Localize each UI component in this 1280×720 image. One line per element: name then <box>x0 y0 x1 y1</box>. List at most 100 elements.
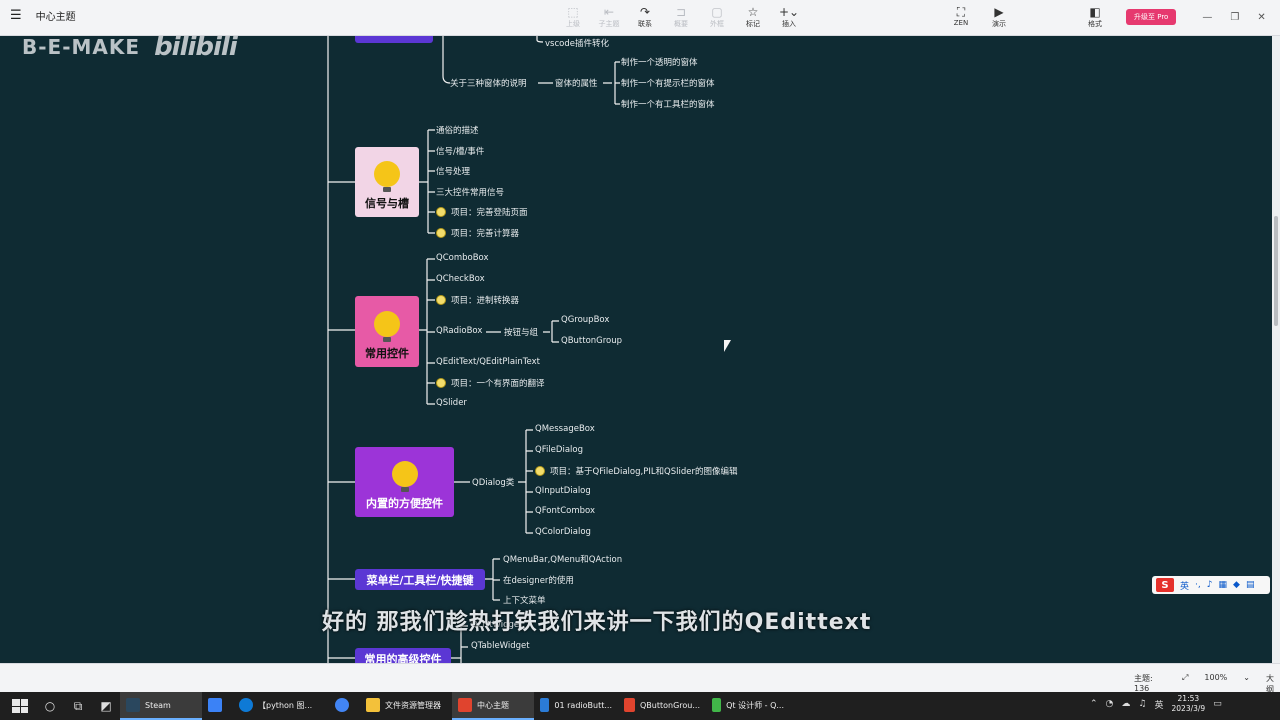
relation-button[interactable]: ↷ 联系 <box>632 5 658 29</box>
insert-icon: +⌄ <box>778 5 800 19</box>
xmind-icon <box>624 698 635 712</box>
ime-language[interactable]: 英 <box>1180 579 1189 592</box>
signal-project-item[interactable]: 项目：完善登陆页面 <box>436 206 528 218</box>
app-icon[interactable]: ◩ <box>95 695 117 717</box>
taskbar-app[interactable] <box>202 692 233 720</box>
steam-icon <box>126 698 140 712</box>
project-marker-icon <box>436 207 446 217</box>
window-props-item[interactable]: 窗体的属性 <box>555 77 598 89</box>
vscode-item[interactable]: vscode插件转化 <box>545 37 609 49</box>
topic-signal-slot[interactable]: 信号与槽 <box>355 147 419 217</box>
boundary-button[interactable]: ▢ 外框 <box>704 5 730 29</box>
project-marker-icon <box>535 466 545 476</box>
taskbar-app-edge[interactable]: 【python 图... <box>233 692 329 720</box>
marker-icon: ☆ <box>747 5 759 19</box>
signal-project-item[interactable]: 项目：完善计算器 <box>436 227 519 239</box>
qdialog-item[interactable]: QDialog类 <box>472 476 514 488</box>
common-item[interactable]: QSlider <box>436 398 467 408</box>
taskbar-app-xmind-2[interactable]: QButtonGrou... <box>618 692 706 720</box>
folder-icon <box>366 698 380 712</box>
format-panel-icon: ◧ <box>1089 5 1101 19</box>
common-item[interactable]: QEditText/QEditPlainText <box>436 357 540 367</box>
present-icon: ▶ <box>994 5 1004 19</box>
app-icon <box>208 698 222 712</box>
taskbar-app-qt-designer[interactable]: Qt 设计师 - Q... <box>706 692 790 720</box>
builtin-item[interactable]: QFileDialog <box>535 445 583 455</box>
taskbar-app-chrome[interactable] <box>329 692 360 720</box>
builtin-item[interactable]: QMessageBox <box>535 424 595 434</box>
network-icon[interactable]: ◔ <box>1106 699 1114 709</box>
topic-builtin-widgets[interactable]: 内置的方便控件 <box>355 447 454 517</box>
tools-icon[interactable]: ▤ <box>1246 580 1255 590</box>
common-project-item[interactable]: 项目：一个有界面的翻译 <box>436 377 545 389</box>
vertical-scrollbar[interactable] <box>1272 36 1280 663</box>
common-item[interactable]: QCheckBox <box>436 274 485 284</box>
mindmap-canvas[interactable]: B-E-MAKE bilibili vscode插件转化 关于三种窗体的说明 窗… <box>0 36 1272 663</box>
props-item[interactable]: 制作一个有提示栏的窗体 <box>621 77 715 89</box>
insert-button[interactable]: +⌄ 插入 <box>776 5 802 29</box>
skin-icon[interactable]: ◆ <box>1233 580 1240 590</box>
common-item[interactable]: QComboBox <box>436 253 489 263</box>
ime-toolbar[interactable]: S 英 ·, ♪ ▦ ◆ ▤ <box>1152 576 1270 594</box>
qt-designer-icon <box>712 698 722 712</box>
notification-icon[interactable]: ▭ <box>1213 699 1222 709</box>
system-tray: ⌃ ◔ ☁ ♫ 英 21:53 2023/3/9 ▭ <box>1090 694 1222 714</box>
signal-item[interactable]: 信号/槽/事件 <box>436 145 484 157</box>
radio-child-item[interactable]: QGroupBox <box>561 315 609 325</box>
keyboard-icon[interactable]: ▦ <box>1219 580 1228 590</box>
task-view-icon[interactable]: ⧉ <box>67 695 89 717</box>
ime-indicator-icon[interactable]: 英 <box>1154 698 1163 711</box>
summary-button[interactable]: ⊐ 概要 <box>668 5 694 29</box>
windows-taskbar: ○ ⧉ ◩ Steam 【python 图... 文件资源管理器 中心主题 01… <box>0 692 1280 720</box>
speaker-icon[interactable]: ♫ <box>1138 699 1146 709</box>
three-windows-item[interactable]: 关于三种窗体的说明 <box>450 77 527 89</box>
signal-item[interactable]: 三大控件常用信号 <box>436 186 504 198</box>
props-item[interactable]: 制作一个透明的窗体 <box>621 56 698 68</box>
close-icon[interactable]: ✕ <box>1257 12 1265 23</box>
microphone-icon[interactable]: ♪ <box>1207 580 1213 590</box>
radio-child-item[interactable]: QButtonGroup <box>561 336 622 346</box>
lightbulb-icon <box>374 311 400 342</box>
punctuation-icon[interactable]: ·, <box>1195 580 1201 590</box>
child-topic-button[interactable]: ⇤ 子主题 <box>596 5 622 29</box>
builtin-project-item[interactable]: 项目：基于QFileDialog,PIL和QSlider的图像编辑 <box>535 465 738 477</box>
advanced-item[interactable]: QTableWidget <box>471 641 530 651</box>
windows-start-icon[interactable] <box>12 699 28 713</box>
common-project-item[interactable]: 项目：进制转换器 <box>436 294 519 306</box>
builtin-item[interactable]: QFontCombox <box>535 506 595 516</box>
builtin-item[interactable]: QColorDialog <box>535 527 591 537</box>
project-marker-icon <box>436 228 446 238</box>
marker-button[interactable]: ☆ 标记 <box>740 5 766 29</box>
cloud-icon[interactable]: ☁ <box>1121 699 1130 709</box>
restore-icon[interactable]: ❐ <box>1230 12 1239 23</box>
signal-item[interactable]: 通俗的描述 <box>436 124 479 136</box>
parent-topic-button[interactable]: ⬚ 上级 <box>560 5 586 29</box>
signal-item[interactable]: 信号处理 <box>436 165 470 177</box>
menu-item[interactable]: 在designer的使用 <box>503 574 574 586</box>
taskbar-app-xmind[interactable]: 中心主题 <box>452 692 534 720</box>
format-button[interactable]: ◧ 格式 <box>1082 5 1108 29</box>
menu-item[interactable]: QMenuBar,QMenu和QAction <box>503 553 622 565</box>
zen-icon: ⛶ <box>956 5 966 19</box>
upgrade-pro-button[interactable]: 升级至 Pro <box>1126 9 1177 25</box>
common-item[interactable]: QRadioBox <box>436 326 482 336</box>
scroll-thumb[interactable] <box>1274 216 1278 326</box>
topic-node-partial[interactable] <box>355 36 433 43</box>
taskbar-app-vscode[interactable]: 01 radioButt... <box>534 692 618 720</box>
clock[interactable]: 21:53 2023/3/9 <box>1172 694 1206 714</box>
menu-icon[interactable]: ☰ <box>10 8 22 23</box>
chevron-up-icon[interactable]: ⌃ <box>1090 699 1098 709</box>
zen-button[interactable]: ⛶ ZEN <box>948 5 974 29</box>
chrome-icon <box>335 698 349 712</box>
props-item[interactable]: 制作一个有工具栏的窗体 <box>621 98 715 110</box>
present-button[interactable]: ▶ 演示 <box>986 5 1012 29</box>
taskbar-app-explorer[interactable]: 文件资源管理器 <box>360 692 452 720</box>
builtin-item[interactable]: QInputDialog <box>535 486 591 496</box>
topic-menu-toolbar[interactable]: 菜单栏/工具栏/快捷键 <box>355 569 485 590</box>
topic-common-widgets[interactable]: 常用控件 <box>355 296 419 367</box>
taskbar-app-steam[interactable]: Steam <box>120 692 202 720</box>
minimize-icon[interactable]: — <box>1202 12 1212 23</box>
radio-group-item[interactable]: 按钮与组 <box>504 326 538 338</box>
search-icon[interactable]: ○ <box>39 695 61 717</box>
topic-advanced-widgets[interactable]: 常用的高级控件 <box>355 648 451 663</box>
